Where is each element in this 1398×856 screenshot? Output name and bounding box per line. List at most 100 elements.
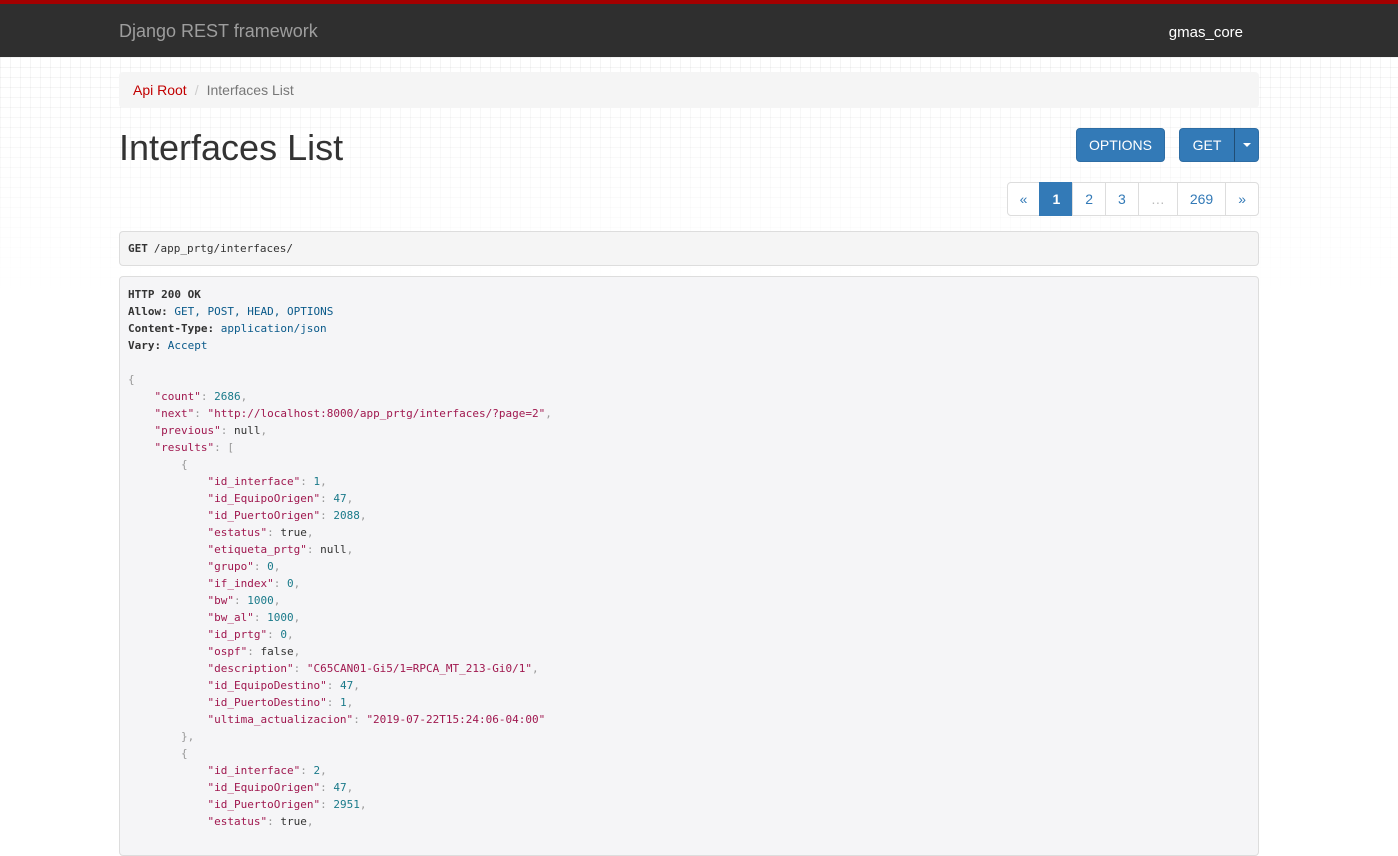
request-method: GET (128, 242, 148, 255)
options-button[interactable]: OPTIONS (1076, 128, 1165, 162)
json-key: "id_PuertoOrigen" (207, 509, 321, 522)
json-value: 2088 (333, 509, 360, 522)
pagination-ellipsis: … (1137, 182, 1178, 216)
user-menu[interactable]: gmas_core (1169, 24, 1243, 41)
json-field-line: "etiqueta_prtg": null, (207, 543, 354, 556)
brand-link[interactable]: Django REST framework (119, 21, 318, 42)
json-value: 0 (286, 577, 294, 590)
header-line: Vary: Accept (128, 337, 1250, 354)
json-field-line: "id_PuertoOrigen": 2951, (207, 798, 367, 811)
pagination-page-3[interactable]: 3 (1105, 182, 1139, 216)
pagination-next[interactable]: » (1225, 182, 1259, 216)
header-value: GET, POST, HEAD, OPTIONS (174, 305, 334, 318)
json-key: "grupo" (207, 560, 254, 573)
json-key: "id_PuertoOrigen" (207, 798, 321, 811)
json-open-brace: { (128, 373, 135, 386)
json-key: "id_EquipoOrigen" (207, 492, 321, 505)
json-key: "id_PuertoDestino" (207, 696, 327, 709)
json-field-line: "ultima_actualizacion": "2019-07-22T15:2… (207, 713, 546, 726)
json-key: "bw" (207, 594, 234, 607)
json-field-line: "bw": 1000, (207, 594, 281, 607)
json-key: "ospf" (207, 645, 248, 658)
pagination-page-2[interactable]: 2 (1072, 182, 1107, 216)
pagination: « 1 2 3 … 269 » (1006, 182, 1259, 216)
json-value: 2951 (333, 798, 360, 811)
caret-down-icon (1242, 143, 1251, 147)
json-key: "results" (154, 441, 215, 454)
json-value: 1000 (267, 611, 294, 624)
header-line: Content-Type: application/json (128, 320, 1250, 337)
json-value: 1 (339, 696, 347, 709)
json-value: 47 (333, 781, 347, 794)
header-name: Allow: (128, 305, 168, 318)
json-key: "if_index" (207, 577, 274, 590)
json-object-open: { (180, 747, 188, 760)
get-button[interactable]: GET (1179, 128, 1235, 162)
json-value: 1000 (247, 594, 274, 607)
json-key: "id_EquipoDestino" (207, 679, 327, 692)
json-key: "next" (154, 407, 195, 420)
json-value: 47 (333, 492, 347, 505)
json-field-line: "bw_al": 1000, (207, 611, 301, 624)
json-field-line: "estatus": true, (207, 815, 314, 828)
json-value: 47 (339, 679, 354, 692)
json-key: "description" (207, 662, 294, 675)
json-field-line: "estatus": true, (207, 526, 314, 539)
json-line-next: "next": "http://localhost:8000/app_prtg/… (154, 407, 552, 420)
header-value: Accept (167, 339, 208, 352)
json-field-line: "id_PuertoOrigen": 2088, (207, 509, 367, 522)
breadcrumb-separator: / (194, 82, 199, 98)
json-value: 0 (280, 628, 287, 641)
json-field-line: "description": "C65CAN01-Gi5/1=RPCA_MT_2… (207, 662, 539, 675)
pagination-prev[interactable]: « (1006, 182, 1041, 216)
json-value: "C65CAN01-Gi5/1=RPCA_MT_213-Gi0/1" (306, 662, 532, 675)
json-key: "id_EquipoOrigen" (207, 781, 321, 794)
breadcrumb-current: Interfaces List (206, 82, 294, 98)
json-field-line: "id_PuertoDestino": 1, (207, 696, 354, 709)
json-value: true (280, 815, 307, 828)
json-value[interactable]: "http://localhost:8000/app_prtg/interfac… (208, 407, 546, 420)
json-object-close: }, (180, 730, 195, 743)
json-line-previous: "previous": null, (154, 424, 268, 437)
json-value: 2686 (214, 390, 241, 403)
json-line-results: "results": [ (154, 441, 234, 454)
json-field-line: "grupo": 0, (207, 560, 281, 573)
json-value: "2019-07-22T15:24:06-04:00" (366, 713, 546, 726)
json-field-line: "ospf": false, (207, 645, 301, 658)
json-field-line: "id_prtg": 0, (207, 628, 294, 641)
status-line: HTTP 200 OK (128, 288, 201, 301)
response-body: HTTP 200 OK Allow: GET, POST, HEAD, OPTI… (119, 276, 1259, 856)
json-line-count: "count": 2686, (154, 390, 248, 403)
json-field-line: "id_interface": 2, (207, 764, 327, 777)
json-value: false (260, 645, 294, 658)
json-key: "etiqueta_prtg" (207, 543, 307, 556)
json-object-open: { (180, 458, 188, 471)
pagination-page-269[interactable]: 269 (1176, 182, 1227, 216)
json-key: "id_interface" (207, 475, 301, 488)
json-results: { "id_interface": 1, "id_EquipoOrigen": … (128, 456, 1250, 830)
header-value: application/json (220, 322, 327, 335)
json-field-line: "id_EquipoOrigen": 47, (207, 492, 354, 505)
json-key: "count" (154, 390, 201, 403)
response-status: HTTP 200 OK (128, 286, 1250, 303)
header-name: Vary: (128, 339, 162, 352)
header-name: Content-Type: (128, 322, 215, 335)
json-value: null (320, 543, 347, 556)
json-key: "estatus" (207, 815, 268, 828)
json-key: "bw_al" (207, 611, 254, 624)
breadcrumb: Api Root / Interfaces List (119, 72, 1259, 108)
top-navbar: Django REST framework gmas_core (0, 0, 1398, 57)
json-key: "previous" (154, 424, 221, 437)
header-line: Allow: GET, POST, HEAD, OPTIONS (128, 303, 1250, 320)
json-field-line: "id_EquipoOrigen": 47, (207, 781, 354, 794)
get-format-dropdown-button[interactable] (1234, 128, 1259, 162)
json-key: "estatus" (207, 526, 268, 539)
pagination-page-1[interactable]: 1 (1039, 182, 1074, 216)
json-value: 0 (267, 560, 274, 573)
breadcrumb-api-root[interactable]: Api Root (133, 82, 187, 98)
request-info: GET /app_prtg/interfaces/ (119, 231, 1259, 266)
json-field-line: "id_interface": 1, (207, 475, 327, 488)
page-title: Interfaces List (119, 127, 344, 168)
json-field-line: "id_EquipoDestino": 47, (207, 679, 360, 692)
